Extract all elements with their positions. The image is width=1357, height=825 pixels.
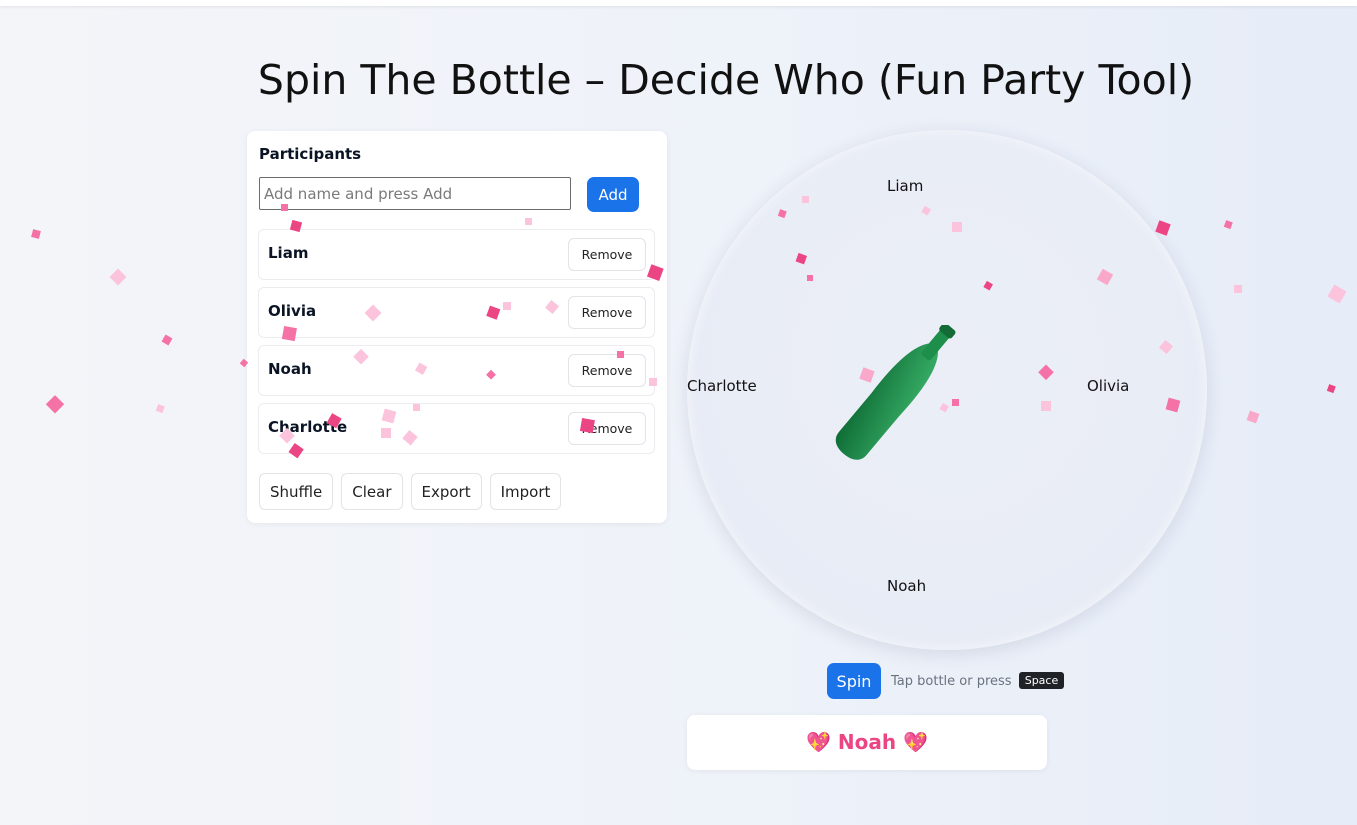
name-input[interactable] — [259, 177, 571, 210]
wheel-label-olivia: Olivia — [1087, 377, 1130, 395]
spin-button[interactable]: Spin — [827, 663, 881, 699]
wheel-label-noah: Noah — [887, 577, 927, 595]
add-button[interactable]: Add — [587, 177, 639, 212]
sparkling-heart-icon: 💖 — [806, 730, 831, 754]
clear-button[interactable]: Clear — [341, 473, 403, 510]
remove-button[interactable]: Remove — [568, 238, 646, 271]
remove-button[interactable]: Remove — [568, 354, 646, 387]
participant-name: Charlotte — [268, 418, 348, 436]
bottle-icon[interactable] — [790, 325, 970, 485]
remove-button[interactable]: Remove — [568, 412, 646, 445]
participant-row: Liam Remove — [258, 229, 655, 280]
space-key: Space — [1018, 672, 1065, 689]
participant-row: Noah Remove — [258, 345, 655, 396]
participant-row: Olivia Remove — [258, 287, 655, 338]
participant-list: Liam Remove Olivia Remove Noah Remove Ch… — [258, 229, 655, 461]
participants-panel: Participants Add Liam Remove Olivia Remo… — [247, 131, 667, 523]
participant-row: Charlotte Remove — [258, 403, 655, 454]
participant-name: Liam — [268, 244, 309, 262]
import-button[interactable]: Import — [489, 473, 562, 510]
winner-name: Noah — [837, 730, 897, 754]
wheel-label-liam: Liam — [887, 177, 924, 195]
top-bar — [0, 0, 1357, 6]
participants-heading: Participants — [259, 145, 362, 163]
result-card: 💖 Noah 💖 — [687, 715, 1047, 770]
participant-name: Olivia — [268, 302, 317, 320]
hint-text: Tap bottle or press — [891, 674, 1012, 689]
list-actions: Shuffle Clear Export Import — [259, 473, 562, 510]
participant-name: Noah — [268, 360, 312, 378]
sparkling-heart-icon: 💖 — [903, 730, 928, 754]
wheel-label-charlotte: Charlotte — [687, 377, 757, 395]
shuffle-button[interactable]: Shuffle — [259, 473, 334, 510]
export-button[interactable]: Export — [410, 473, 482, 510]
spin-hint: Tap bottle or press Space — [891, 672, 1065, 689]
page-title: Spin The Bottle – Decide Who (Fun Party … — [257, 56, 1195, 104]
remove-button[interactable]: Remove — [568, 296, 646, 329]
